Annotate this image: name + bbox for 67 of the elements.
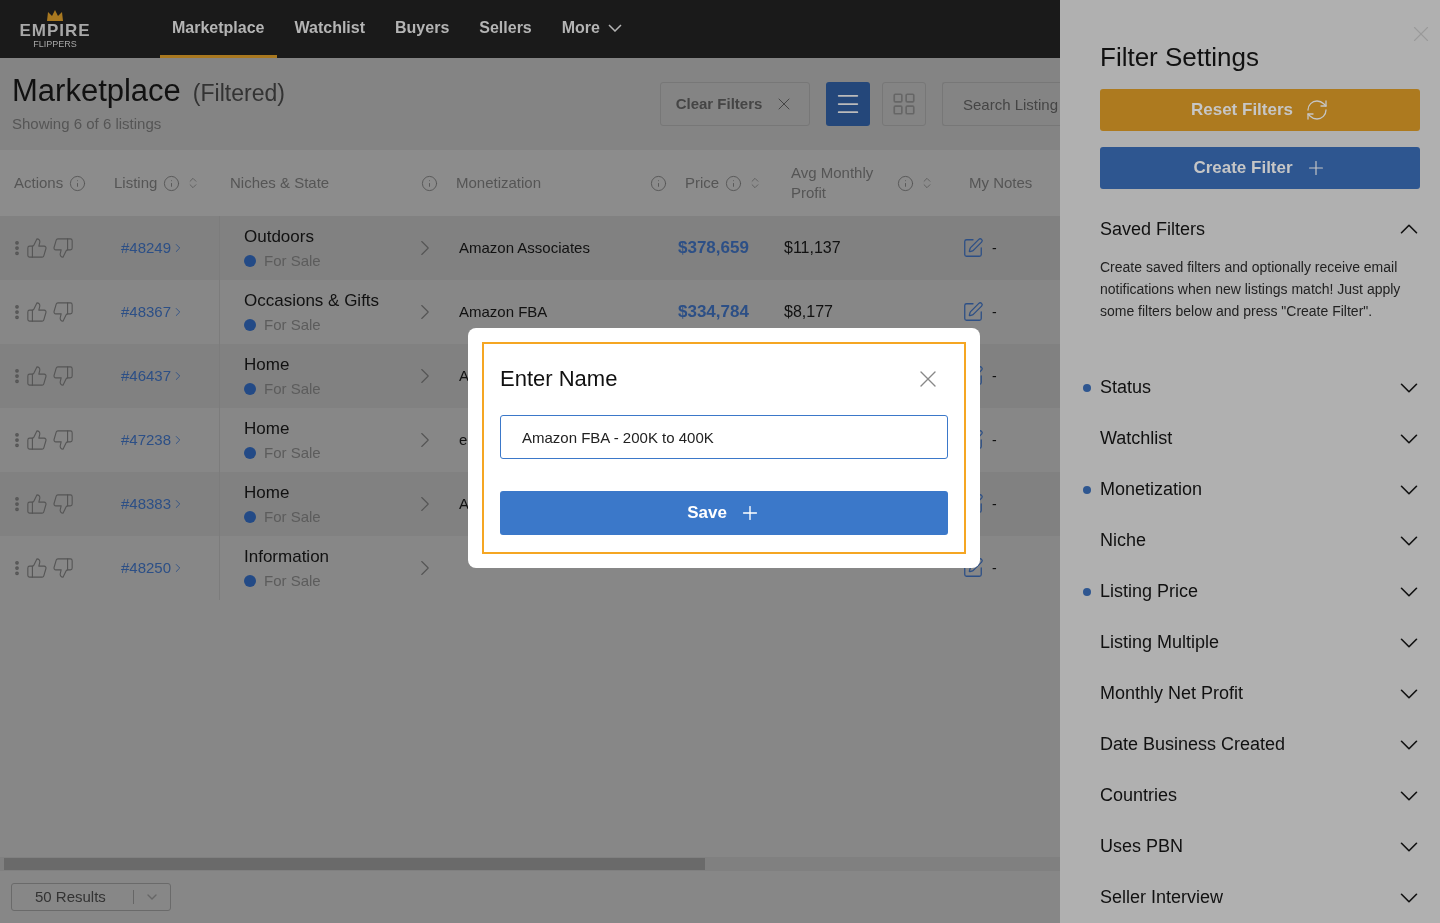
- save-button[interactable]: Save: [500, 491, 948, 535]
- monetization-text: Amazon FBA: [459, 303, 548, 320]
- filtered-label: (Filtered): [192, 79, 285, 108]
- results-dropdown[interactable]: 50 Results: [11, 883, 171, 911]
- thumbs-down-icon[interactable]: [52, 557, 74, 579]
- notes-text: -: [992, 494, 997, 514]
- niche-name: Home: [244, 354, 291, 376]
- monetization-text: A: [459, 367, 469, 384]
- niche-name: Occasions & Gifts: [244, 290, 381, 312]
- notes-text: -: [992, 558, 997, 578]
- price-text: $334,784: [678, 302, 749, 322]
- thumbs-up-icon[interactable]: [26, 365, 48, 387]
- thumbs-down-icon[interactable]: [52, 301, 74, 323]
- nav-item[interactable]: Buyers: [383, 0, 462, 58]
- notes-text: -: [992, 302, 997, 322]
- scrollbar-thumb[interactable]: [4, 858, 705, 870]
- grid-view-button[interactable]: [882, 82, 926, 126]
- grid-icon: [891, 91, 917, 117]
- filter-label[interactable]: Listing Price: [1100, 578, 1199, 605]
- thumbs-down-icon[interactable]: [52, 237, 74, 259]
- filter-label[interactable]: Date Business Created: [1100, 731, 1286, 758]
- filter-label[interactable]: Countries: [1100, 782, 1178, 809]
- create-filter-button[interactable]: Create Filter: [1100, 147, 1420, 189]
- monetization-text: Amazon Associates: [459, 239, 590, 256]
- nav-item[interactable]: More: [549, 0, 634, 58]
- thumbs-down-icon[interactable]: [52, 493, 74, 515]
- niche-name: Outdoors: [244, 226, 315, 248]
- profit-text: $11,137: [784, 239, 841, 256]
- name-field[interactable]: Amazon FBA - 200K to 400K: [500, 415, 948, 459]
- logo-name: EMPIRE: [19, 21, 91, 39]
- thumbs-up-icon[interactable]: [26, 237, 48, 259]
- thumbs-down-icon[interactable]: [52, 429, 74, 451]
- thumbs-up-icon[interactable]: [26, 557, 48, 579]
- notes-text: -: [992, 238, 997, 258]
- sidebar-title: Filter Settings: [1100, 41, 1260, 74]
- page-title: Marketplace: [12, 73, 181, 109]
- filter-label[interactable]: Monthly Net Profit: [1100, 680, 1244, 707]
- monetization-text: e: [459, 431, 468, 448]
- price-text: $378,659: [678, 238, 749, 258]
- notes-text: -: [992, 366, 997, 386]
- dialog-title: Enter Name: [500, 365, 618, 393]
- monetization-text: A: [459, 495, 469, 512]
- profit-text: $8,177: [784, 303, 833, 320]
- thumbs-up-icon[interactable]: [26, 301, 48, 323]
- thumbs-down-icon[interactable]: [52, 365, 74, 387]
- nav-item[interactable]: Watchlist: [282, 0, 378, 58]
- filter-label[interactable]: Uses PBN: [1100, 833, 1184, 860]
- refresh-icon: [1305, 98, 1329, 122]
- filter-label[interactable]: Watchlist: [1100, 425, 1173, 452]
- filter-label[interactable]: Status: [1100, 374, 1152, 401]
- filter-label[interactable]: Listing Multiple: [1100, 629, 1220, 656]
- list-view-button[interactable]: [826, 82, 870, 126]
- notes-text: -: [992, 430, 997, 450]
- niche-name: Home: [244, 482, 291, 504]
- saved-filters-description: Create saved filters and optionally receive email notifications when new listings match! Just apply some filters below and press "Create Filter".: [1100, 258, 1402, 321]
- filter-label[interactable]: Monetization: [1100, 476, 1203, 503]
- saved-filters-title: Saved Filters: [1100, 217, 1206, 241]
- niche-name: Information: [244, 546, 331, 568]
- nav-item[interactable]: Sellers: [467, 0, 544, 58]
- thumbs-up-icon[interactable]: [26, 429, 48, 451]
- search-field[interactable]: Search Listing: [942, 82, 1060, 126]
- logo-tagline: FLIPPERS: [33, 38, 77, 49]
- filter-label[interactable]: Niche: [1100, 527, 1147, 554]
- niche-name: Home: [244, 418, 291, 440]
- thumbs-up-icon[interactable]: [26, 493, 48, 515]
- crown-icon: [46, 9, 64, 22]
- filter-label[interactable]: Seller Interview: [1100, 884, 1224, 911]
